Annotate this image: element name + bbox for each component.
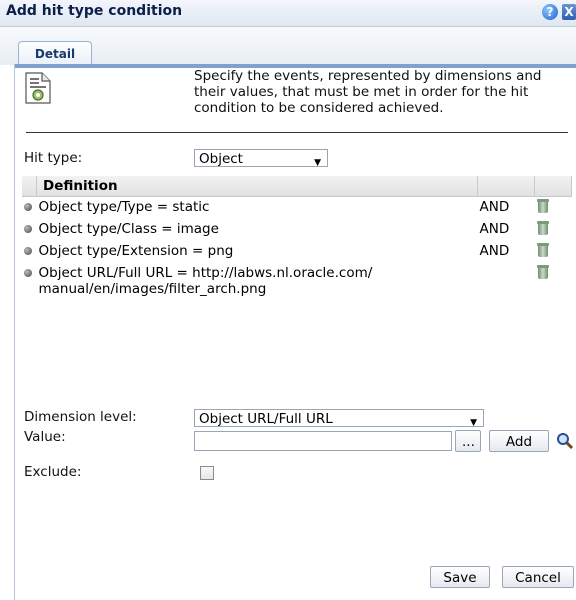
value-label: Value: (24, 429, 66, 445)
magnifier-search-icon[interactable] (556, 432, 574, 450)
row-bullet-cell (22, 263, 37, 299)
hit-type-value: Object (199, 151, 243, 167)
bullet-icon (24, 269, 32, 277)
definition-header: Definition (36, 176, 478, 197)
add-button[interactable]: Add (489, 430, 549, 452)
table-row[interactable]: Object URL/Full URL = http://labws.nl.or… (22, 263, 572, 299)
tab-strip: Detail (0, 27, 576, 66)
table-row[interactable]: Object type/Extension = png AND (22, 241, 572, 263)
row-bullet-cell (22, 219, 37, 241)
trash-icon[interactable] (536, 265, 549, 279)
table-row[interactable]: Object type/Type = static AND (22, 197, 572, 220)
row-operator: AND (479, 243, 510, 259)
row-definition: Object type/Type = static (38, 199, 210, 215)
row-definition: Object type/Extension = png (38, 243, 234, 259)
row-delete-cell (535, 263, 572, 299)
panel-border (14, 64, 15, 600)
delete-header (534, 176, 572, 197)
trash-icon[interactable] (536, 221, 549, 235)
cancel-button[interactable]: Cancel (502, 566, 574, 588)
row-operator: AND (479, 199, 510, 215)
operator-header (477, 176, 535, 197)
bullet-icon (24, 225, 32, 233)
row-operator (478, 263, 535, 299)
dropdown-arrow-icon: ▼ (314, 158, 321, 168)
document-gear-icon (25, 72, 51, 104)
header-spacer (22, 176, 37, 197)
title-bar: Add hit type condition ? X (0, 0, 576, 27)
browse-button[interactable]: ... (455, 430, 481, 452)
row-delete-cell (535, 197, 572, 220)
row-bullet-cell (22, 197, 37, 220)
hit-type-label: Hit type: (24, 150, 83, 166)
dialog-title: Add hit type condition (6, 3, 183, 19)
save-button[interactable]: Save (430, 566, 490, 588)
trash-icon[interactable] (536, 199, 549, 213)
description-text: Specify the events, represented by dimen… (194, 68, 542, 116)
dimension-level-label: Dimension level: (24, 409, 137, 425)
row-bullet-cell (22, 241, 37, 263)
help-icon[interactable]: ? (542, 4, 558, 20)
hit-type-select[interactable]: Object ▼ (194, 149, 328, 168)
close-icon[interactable]: X (562, 4, 576, 20)
row-operator: AND (479, 221, 510, 237)
dimension-level-value: Object URL/Full URL (199, 411, 333, 427)
row-delete-cell (535, 241, 572, 263)
table-row[interactable]: Object type/Class = image AND (22, 219, 572, 241)
definition-table: Definition Object type/Type = static AND… (22, 176, 572, 299)
exclude-label: Exclude: (24, 464, 82, 480)
separator (26, 132, 568, 133)
row-definition: Object URL/Full URL = http://labws.nl.or… (38, 265, 373, 297)
tab-detail[interactable]: Detail (18, 41, 92, 66)
exclude-checkbox[interactable] (200, 466, 214, 480)
table-header-row: Definition (22, 176, 572, 197)
dimension-level-select[interactable]: Object URL/Full URL ▼ (194, 409, 484, 428)
value-input[interactable] (194, 431, 452, 451)
trash-icon[interactable] (536, 243, 549, 257)
row-definition: Object type/Class = image (38, 221, 219, 237)
row-delete-cell (535, 219, 572, 241)
bullet-icon (24, 203, 32, 211)
bullet-icon (24, 247, 32, 255)
